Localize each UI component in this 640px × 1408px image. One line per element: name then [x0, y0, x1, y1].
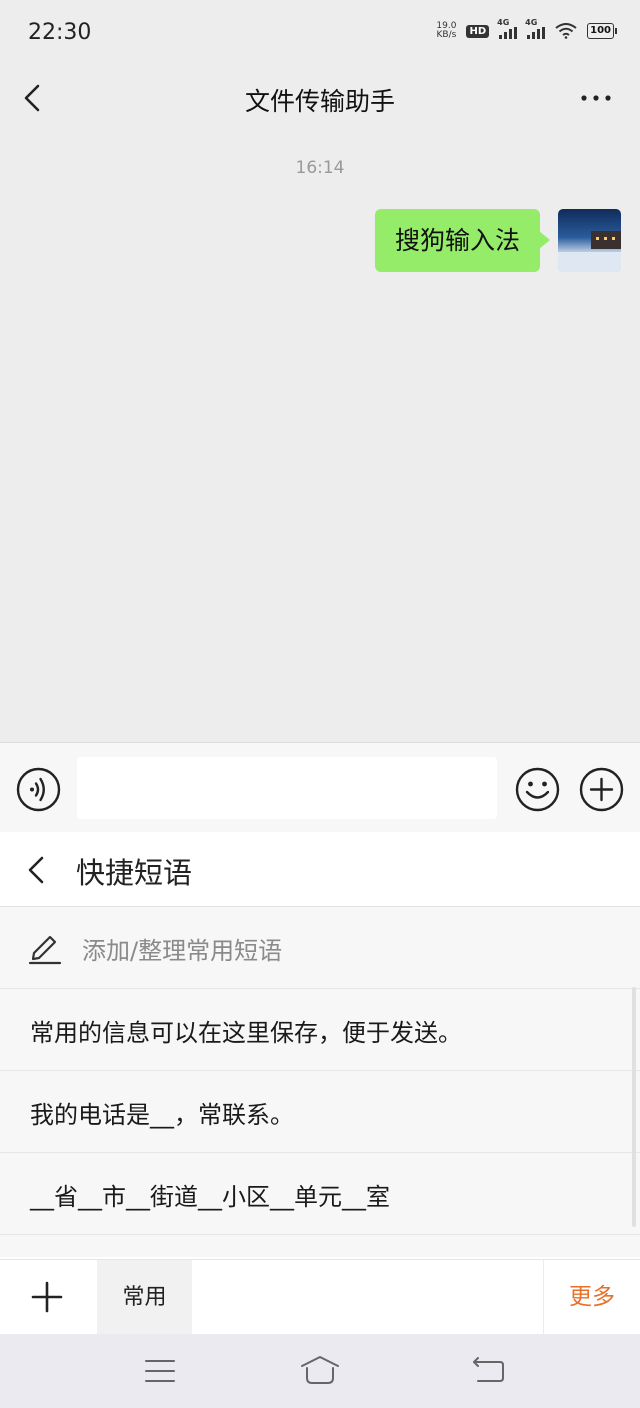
list-item[interactable]: __省__市__街道__小区__单元__室 [0, 1153, 640, 1235]
pencil-icon [28, 935, 62, 965]
battery-icon: 100 [587, 23, 617, 39]
signal-icon-sim2: 4G [525, 18, 546, 39]
add-icon[interactable] [30, 1280, 64, 1314]
status-bar: 22:30 19.0 KB/s HD 4G 4G 100 [0, 0, 640, 66]
quick-phrases-header: 快捷短语 [0, 832, 640, 907]
status-icons: 19.0 KB/s HD 4G 4G 100 [436, 18, 617, 40]
emoji-icon[interactable] [515, 767, 560, 812]
quick-phrases-toolbar: 常用 更多 [0, 1259, 640, 1335]
network-speed-unit: KB/s [436, 30, 457, 40]
signal-icon-sim1: 4G [497, 18, 518, 39]
message-input[interactable] [77, 757, 497, 819]
voice-icon[interactable] [16, 767, 61, 812]
add-phrase-label: 添加/整理常用短语 [82, 937, 283, 965]
plus-circle-icon[interactable] [579, 767, 624, 812]
wifi-icon [555, 23, 577, 39]
message-timestamp: 16:14 [295, 158, 345, 178]
add-phrase-row[interactable]: 添加/整理常用短语 [0, 907, 640, 989]
network-speed: 19.0 KB/s [436, 22, 456, 40]
home-icon[interactable] [298, 1354, 342, 1386]
list-item[interactable]: 常用的信息可以在这里保存，便于发送。 [0, 989, 640, 1071]
list-item[interactable]: 我的电话是__，常联系。 [0, 1071, 640, 1153]
quick-phrases-title: 快捷短语 [76, 856, 193, 890]
hd-icon: HD [466, 24, 490, 38]
phrase-text: 我的电话是__，常联系。 [30, 1101, 294, 1129]
system-nav-bar [0, 1334, 640, 1408]
menu-icon[interactable] [144, 1358, 176, 1384]
chat-title: 文件传输助手 [244, 87, 395, 116]
phrase-text: 常用的信息可以在这里保存，便于发送。 [30, 1019, 462, 1047]
more-button[interactable]: 更多 [543, 1260, 640, 1335]
system-back-icon[interactable] [470, 1354, 506, 1384]
quick-phrases-panel: 快捷短语 添加/整理常用短语 常用的信息可以在这里保存，便于发送。 我的电话是_… [0, 832, 640, 1335]
sim1-network-label: 4G [497, 18, 510, 27]
chat-header: 文件传输助手 [0, 66, 640, 130]
avatar-snow [558, 252, 621, 272]
tab-common[interactable]: 常用 [97, 1260, 192, 1335]
quick-phrases-list: 添加/整理常用短语 常用的信息可以在这里保存，便于发送。 我的电话是__，常联系… [0, 907, 640, 1257]
scrollbar[interactable] [632, 987, 636, 1227]
phrase-text: __省__市__街道__小区__单元__室 [30, 1183, 390, 1211]
input-bar [0, 742, 640, 832]
message-bubble[interactable]: 搜狗输入法 [374, 209, 551, 272]
back-icon[interactable] [24, 852, 50, 888]
avatar-house [591, 231, 621, 249]
avatar[interactable] [558, 209, 621, 272]
status-time: 22:30 [28, 20, 92, 45]
sim2-network-label: 4G [525, 18, 538, 27]
more-icon[interactable] [580, 94, 612, 102]
